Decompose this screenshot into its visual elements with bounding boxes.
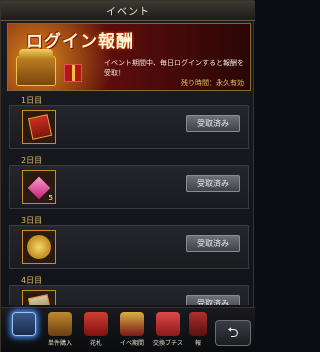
report-icon — [189, 312, 207, 336]
claimed-button[interactable]: 受取済み — [186, 295, 240, 305]
claimed-button[interactable]: 受取済み — [186, 115, 240, 132]
item-count: 5 — [48, 194, 53, 202]
back-arrow-icon: ⮌ — [227, 325, 239, 341]
bottom-tab-bar: 単件購入 花札 イベ期間 交換ブチス 報 ⮌ — [1, 307, 255, 352]
card-icon — [27, 294, 53, 305]
tab-exchange[interactable]: 交換ブチス — [151, 312, 185, 352]
login-reward-icon — [12, 312, 36, 336]
claimed-button[interactable]: 受取済み — [186, 175, 240, 192]
event-window: イベント ログイン報酬 イベント期間中、毎日ログインすると報酬を受取！ 残り時間… — [0, 0, 255, 352]
day-row-4: 4日目 受取済み — [7, 273, 251, 305]
treasure-chest-icon — [16, 49, 56, 86]
window-title: イベント — [106, 7, 150, 18]
title-bar: イベント — [1, 1, 255, 21]
remaining-time: 残り時間：永久有効 — [181, 79, 244, 87]
tab-label: 花札 — [89, 340, 102, 347]
tab-report[interactable]: 報 — [187, 312, 209, 352]
tab-label: 報 — [194, 340, 201, 347]
day-row-3: 3日目 受取済み — [7, 213, 251, 271]
tab-single-purchase[interactable]: 単件購入 — [43, 312, 77, 352]
banner-description: イベント期間中、毎日ログインすると報酬を受取！ — [104, 59, 244, 77]
gift-box-icon — [64, 64, 82, 82]
exchange-gift-icon — [156, 312, 180, 336]
login-reward-banner: ログイン報酬 イベント期間中、毎日ログインすると報酬を受取！ 残り時間：永久有効 — [7, 23, 251, 91]
day-panel: 5 受取済み — [9, 165, 249, 209]
back-button[interactable]: ⮌ — [215, 320, 251, 346]
tab-hanafuda[interactable]: 花札 — [79, 312, 113, 352]
day-panel: 受取済み — [9, 225, 249, 269]
red-card-icon — [27, 114, 53, 140]
tab-label: 単件購入 — [47, 340, 72, 347]
tab-event-period[interactable]: イベ期間 — [115, 312, 149, 352]
day-panel: 受取済み — [9, 105, 249, 149]
pink-gem-icon — [27, 176, 51, 200]
event-gift-icon — [120, 312, 144, 336]
reward-item-slot[interactable] — [22, 290, 56, 305]
reward-item-slot[interactable] — [22, 110, 56, 144]
claimed-button[interactable]: 受取済み — [186, 235, 240, 252]
day-panel: 受取済み — [9, 285, 249, 305]
tab-label: イベ期間 — [119, 340, 144, 347]
day-row-1: 1日目 受取済み — [7, 93, 251, 151]
reward-item-slot[interactable]: 5 — [22, 170, 56, 204]
tab-login-reward[interactable] — [7, 312, 41, 352]
day-row-2: 2日目 5 受取済み — [7, 153, 251, 211]
gold-coin-icon — [27, 235, 51, 259]
reward-list[interactable]: 1日目 受取済み 2日目 5 受取済み 3日目 受取済み 4日目 受取済み — [7, 93, 251, 305]
tab-label: 交換ブチス — [152, 340, 183, 347]
reward-item-slot[interactable] — [22, 230, 56, 264]
hanafuda-icon — [84, 312, 108, 336]
purchase-chest-icon — [48, 312, 72, 336]
